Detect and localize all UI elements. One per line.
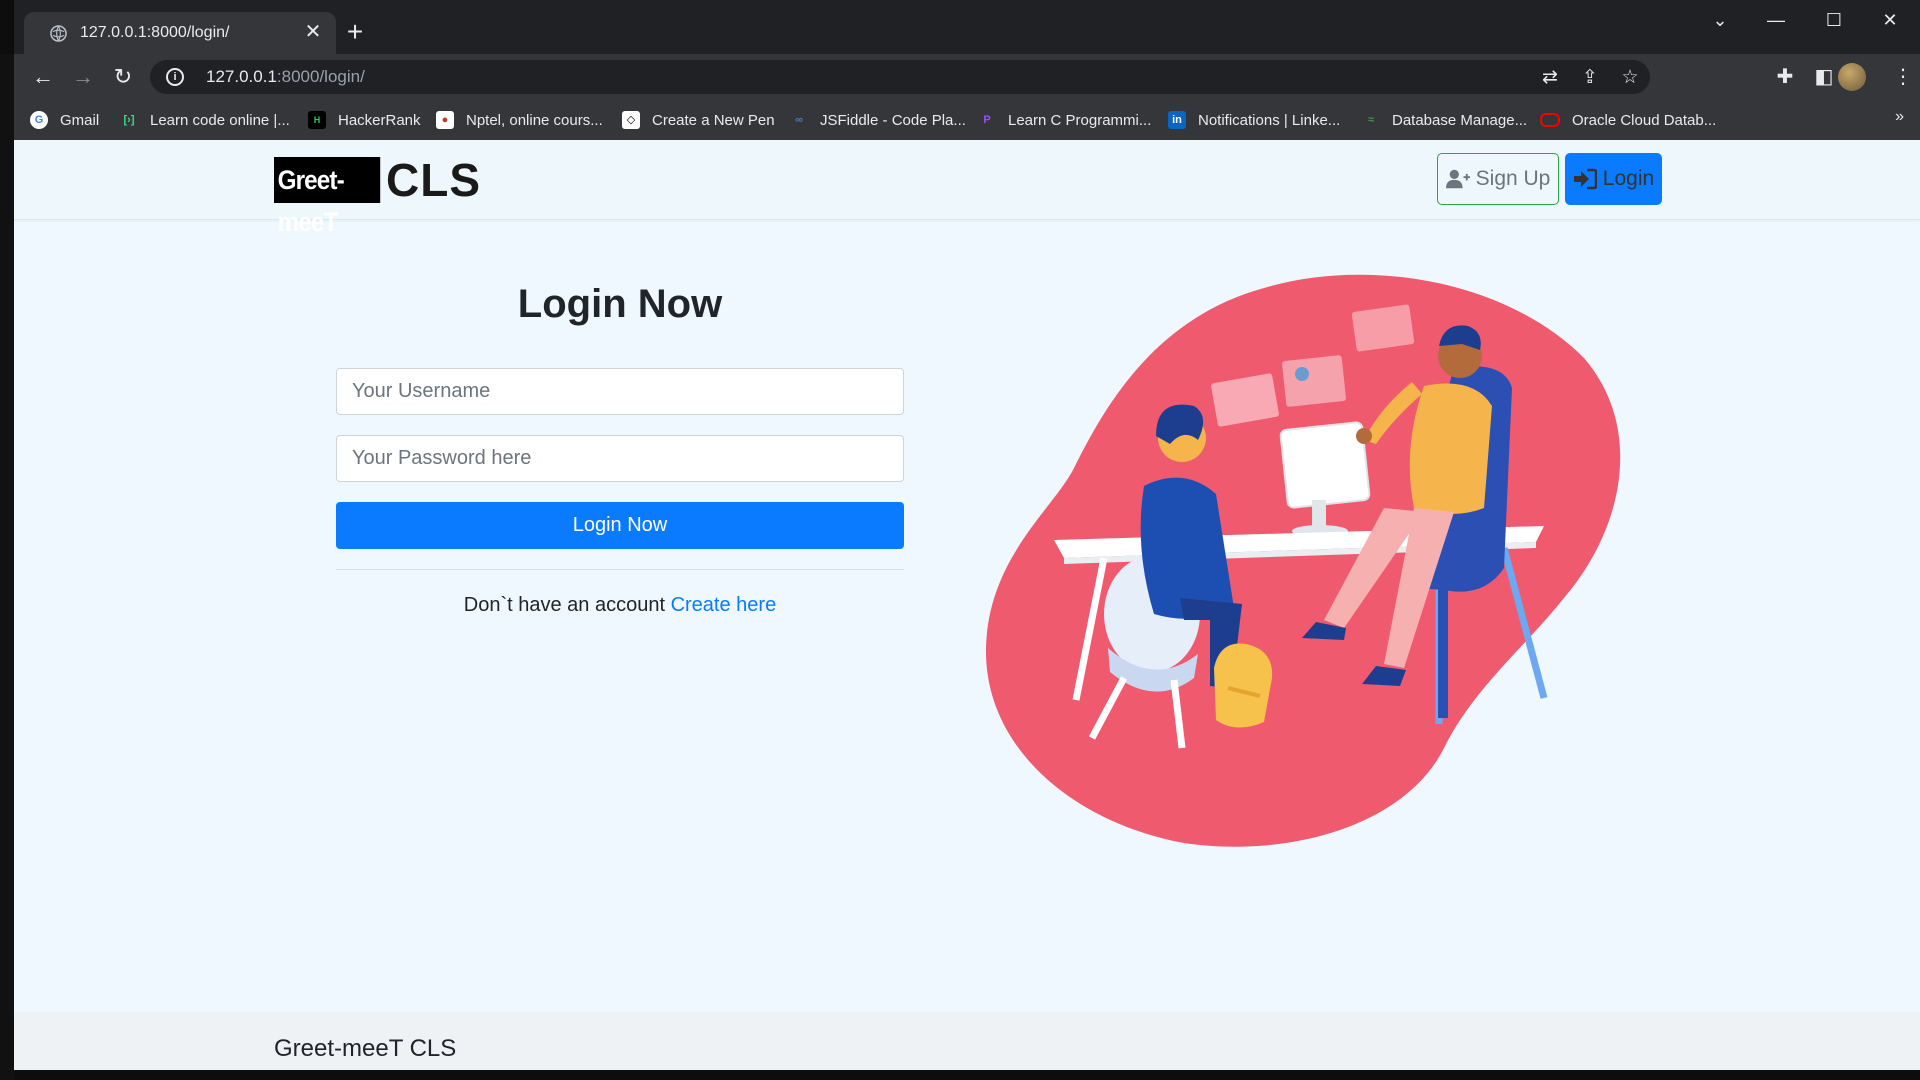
username-input[interactable] bbox=[336, 368, 904, 415]
jsfiddle-icon: ∞ bbox=[795, 114, 803, 126]
browser-toolbar: ← → ↻ i 127.0.0.1:8000/login/ ⇄ ⇪ ☆ ✚ ◧ … bbox=[14, 54, 1920, 100]
bookmark-jsfiddle[interactable]: ∞ JSFiddle - Code Pla... bbox=[790, 108, 966, 132]
login-nav-label: Login bbox=[1602, 167, 1655, 190]
site-logo[interactable]: Greet-meeT CLS bbox=[274, 154, 481, 237]
tab-search-icon[interactable]: ⌄ bbox=[1700, 10, 1740, 30]
forward-icon[interactable]: → bbox=[68, 63, 98, 91]
page-title: Login Now bbox=[517, 282, 723, 326]
close-window-icon[interactable]: ✕ bbox=[1870, 10, 1910, 30]
footer-brand: Greet-meeT CLS bbox=[274, 1035, 457, 1062]
profile-avatar[interactable] bbox=[1838, 63, 1866, 91]
create-account-link[interactable]: Create here bbox=[671, 594, 777, 616]
minimize-icon[interactable]: — bbox=[1756, 10, 1796, 30]
browser-chrome: 127.0.0.1:8000/login/ ✕ + ⌄ — ☐ ✕ ← → ↻ … bbox=[14, 0, 1920, 140]
programiz-icon: P bbox=[983, 114, 991, 126]
site-navbar: Greet-meeT CLS Sign Up Login bbox=[14, 140, 1920, 237]
google-icon: G bbox=[30, 111, 48, 129]
side-panel-icon[interactable]: ◧ bbox=[1811, 66, 1837, 88]
login-illustration bbox=[985, 274, 1621, 847]
oracle-icon bbox=[1540, 113, 1560, 127]
signup-label: Sign Up bbox=[1475, 167, 1551, 190]
signup-button[interactable]: Sign Up bbox=[1437, 153, 1559, 205]
codepen-icon: ◇ bbox=[622, 111, 640, 129]
user-plus-icon bbox=[1445, 169, 1470, 189]
url-text[interactable]: 127.0.0.1:8000/login/ bbox=[206, 67, 365, 87]
bookmark-programiz[interactable]: P Learn C Programmi... bbox=[978, 108, 1151, 132]
database-icon: ≈ bbox=[1367, 114, 1375, 126]
site-footer: Greet-meeT CLS bbox=[14, 1012, 1920, 1070]
code-icon: [›] bbox=[123, 114, 135, 126]
login-submit-button[interactable]: Login Now bbox=[336, 502, 904, 549]
tab-strip: 127.0.0.1:8000/login/ ✕ + ⌄ — ☐ ✕ bbox=[14, 0, 1920, 54]
reload-icon[interactable]: ↻ bbox=[108, 63, 138, 91]
more-bookmarks-icon[interactable]: » bbox=[1895, 108, 1904, 126]
bookmark-database[interactable]: ≈ Database Manage... bbox=[1362, 108, 1527, 132]
share-icon[interactable]: ⇪ bbox=[1578, 66, 1602, 89]
maximize-icon[interactable]: ☐ bbox=[1814, 10, 1854, 30]
address-bar[interactable]: i 127.0.0.1:8000/login/ ⇄ ⇪ ☆ bbox=[150, 60, 1650, 94]
nptel-icon: ● bbox=[436, 111, 454, 129]
logo-mark: Greet-meeT bbox=[274, 157, 381, 237]
bookmark-nptel[interactable]: ● Nptel, online cours... bbox=[436, 108, 603, 132]
bookmark-oracle[interactable]: Oracle Cloud Datab... bbox=[1540, 108, 1716, 132]
login-nav-button[interactable]: Login bbox=[1565, 153, 1662, 205]
new-tab-icon[interactable]: + bbox=[340, 18, 370, 46]
bookmark-learn-code[interactable]: [›] Learn code online |... bbox=[120, 108, 290, 132]
desktop-edge bbox=[0, 54, 14, 1080]
bookmark-codepen[interactable]: ◇ Create a New Pen bbox=[622, 108, 775, 132]
extensions-icon[interactable]: ✚ bbox=[1772, 66, 1798, 88]
close-tab-icon[interactable]: ✕ bbox=[302, 21, 324, 43]
bookmark-gmail[interactable]: G Gmail bbox=[30, 108, 99, 132]
password-input[interactable] bbox=[336, 435, 904, 482]
hackerrank-icon: H bbox=[308, 111, 326, 129]
back-icon[interactable]: ← bbox=[28, 63, 58, 91]
bookmark-hackerrank[interactable]: H HackerRank bbox=[308, 108, 421, 132]
bookmark-linkedin[interactable]: in Notifications | Linke... bbox=[1168, 108, 1340, 132]
page-viewport: Greet-meeT CLS Sign Up Login Login Now L… bbox=[14, 140, 1920, 1070]
menu-icon[interactable]: ⋮ bbox=[1890, 66, 1916, 88]
globe-icon bbox=[50, 25, 67, 42]
bookmarks-bar: G Gmail [›] Learn code online |... H Hac… bbox=[14, 100, 1920, 140]
site-info-icon[interactable]: i bbox=[166, 68, 184, 86]
logo-suffix: CLS bbox=[386, 154, 481, 206]
sign-in-icon bbox=[1573, 168, 1597, 190]
bookmark-star-icon[interactable]: ☆ bbox=[1618, 66, 1642, 89]
linkedin-icon: in bbox=[1168, 111, 1186, 129]
browser-tab[interactable]: 127.0.0.1:8000/login/ ✕ bbox=[24, 12, 336, 54]
no-account-prompt: Don`t have an account Create here bbox=[463, 594, 777, 616]
translate-icon[interactable]: ⇄ bbox=[1538, 66, 1562, 89]
tab-title: 127.0.0.1:8000/login/ bbox=[80, 24, 230, 41]
form-divider bbox=[336, 569, 904, 570]
